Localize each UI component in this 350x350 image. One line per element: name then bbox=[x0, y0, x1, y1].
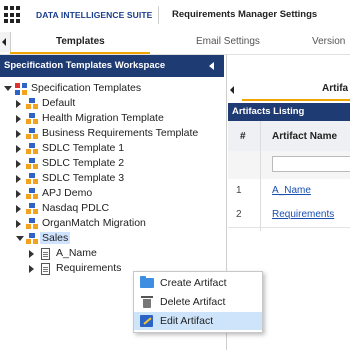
table-row[interactable]: 1 A_Name bbox=[228, 179, 350, 204]
brand-name[interactable]: DATA INTELLIGENCE SUITE bbox=[36, 10, 152, 20]
context-menu: Create Artifact Delete Artifact Edit Art… bbox=[133, 271, 263, 333]
column-divider bbox=[260, 121, 261, 231]
tree-item-label: Nasdaq PDLC bbox=[42, 202, 110, 214]
collapsed-arrow-icon[interactable] bbox=[29, 250, 34, 258]
collapsed-arrow-icon[interactable] bbox=[16, 145, 21, 153]
tab-artifacts[interactable]: Artifa bbox=[322, 83, 348, 94]
menu-item-edit-artifact[interactable]: Edit Artifact bbox=[134, 312, 262, 330]
tree-item-label: OrganMatch Migration bbox=[42, 217, 146, 229]
collapsed-arrow-icon[interactable] bbox=[16, 115, 21, 123]
collapsed-arrow-icon[interactable] bbox=[16, 205, 21, 213]
active-tab-indicator bbox=[10, 52, 150, 54]
trash-icon bbox=[141, 296, 153, 308]
tree-child-label: A_Name bbox=[56, 247, 97, 259]
menu-item-delete-artifact[interactable]: Delete Artifact bbox=[134, 293, 262, 311]
column-header-label: Artifact Name bbox=[272, 131, 338, 142]
column-header-number[interactable]: # bbox=[228, 121, 260, 152]
template-icon bbox=[26, 218, 38, 230]
edit-icon bbox=[140, 315, 153, 327]
tab-version[interactable]: Version bbox=[312, 36, 345, 47]
tree-item-label: Health Migration Template bbox=[42, 112, 164, 124]
template-icon bbox=[26, 173, 38, 185]
column-header-artifact-name[interactable]: Artifact Name bbox=[260, 121, 350, 152]
top-bar: DATA INTELLIGENCE SUITE Requirements Man… bbox=[0, 0, 350, 30]
column-header-label: # bbox=[240, 131, 246, 142]
template-icon bbox=[26, 233, 38, 245]
template-icon bbox=[26, 188, 38, 200]
row-number: 2 bbox=[236, 209, 242, 220]
tree-item-label: Default bbox=[42, 97, 76, 109]
menu-item-label: Edit Artifact bbox=[160, 315, 214, 327]
artifacts-listing-header: Artifacts Listing bbox=[228, 103, 350, 121]
menu-item-label: Create Artifact bbox=[160, 277, 227, 289]
artifacts-listing-title: Artifacts Listing bbox=[232, 106, 305, 117]
tree-item-label: Business Requirements Template bbox=[42, 127, 199, 139]
template-icon bbox=[26, 128, 38, 140]
page-title: Requirements Manager Settings bbox=[172, 9, 318, 20]
template-icon bbox=[26, 203, 38, 215]
workspace-header: Specification Templates Workspace bbox=[0, 55, 224, 77]
template-icon bbox=[26, 143, 38, 155]
templates-root-icon bbox=[15, 83, 27, 95]
collapsed-arrow-icon[interactable] bbox=[16, 130, 21, 138]
table-row[interactable]: 2 Requirements bbox=[228, 203, 350, 228]
tree-item-label: SDLC Template 3 bbox=[42, 172, 125, 184]
tree-item-label: APJ Demo bbox=[42, 187, 93, 199]
header-divider bbox=[158, 6, 159, 24]
menu-item-label: Delete Artifact bbox=[160, 296, 226, 308]
tree-item-label-selected: Sales bbox=[40, 232, 71, 244]
collapsed-arrow-icon[interactable] bbox=[16, 220, 21, 228]
collapsed-arrow-icon[interactable] bbox=[16, 160, 21, 168]
collapsed-arrow-icon[interactable] bbox=[16, 175, 21, 183]
apps-grid-icon[interactable] bbox=[4, 6, 22, 24]
workspace-title: Specification Templates Workspace bbox=[4, 60, 166, 71]
tab-templates[interactable]: Templates bbox=[56, 36, 105, 47]
document-icon bbox=[41, 263, 50, 275]
tree-item-label: SDLC Template 1 bbox=[42, 142, 125, 154]
menu-item-create-artifact[interactable]: Create Artifact bbox=[134, 274, 262, 292]
right-tab-scroll-left-icon[interactable] bbox=[228, 83, 238, 97]
document-icon bbox=[41, 248, 50, 260]
artifact-name-link[interactable]: A_Name bbox=[272, 185, 311, 196]
collapse-panel-icon[interactable] bbox=[206, 59, 218, 73]
tab-scroll-left-icon[interactable] bbox=[0, 32, 11, 52]
tree-child-label: Requirements bbox=[56, 262, 122, 274]
collapsed-arrow-icon[interactable] bbox=[16, 190, 21, 198]
template-icon bbox=[26, 98, 38, 110]
expanded-arrow-icon[interactable] bbox=[4, 86, 12, 91]
tree-root-label: Specification Templates bbox=[31, 82, 142, 94]
template-icon bbox=[26, 158, 38, 170]
artifact-name-link[interactable]: Requirements bbox=[272, 209, 334, 220]
template-icon bbox=[26, 113, 38, 125]
folder-icon bbox=[140, 276, 154, 288]
tab-email-settings[interactable]: Email Settings bbox=[196, 36, 260, 47]
artifact-name-filter-input[interactable] bbox=[272, 156, 350, 172]
collapsed-arrow-icon[interactable] bbox=[16, 100, 21, 108]
active-tab-indicator bbox=[242, 99, 350, 101]
collapsed-arrow-icon[interactable] bbox=[29, 265, 34, 273]
tree-item-label: SDLC Template 2 bbox=[42, 157, 125, 169]
row-number: 1 bbox=[236, 185, 242, 196]
filter-row bbox=[228, 151, 350, 180]
expanded-arrow-icon[interactable] bbox=[16, 236, 24, 241]
